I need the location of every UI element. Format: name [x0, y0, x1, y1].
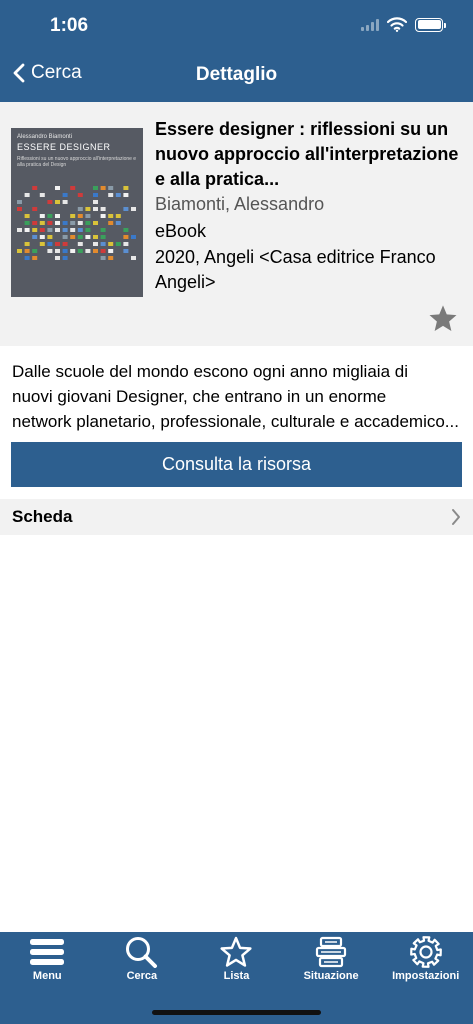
- book-publication: 2020, Angeli <Casa editrice Franco Angel…: [155, 247, 436, 292]
- scheda-row[interactable]: Scheda: [0, 499, 473, 535]
- back-button[interactable]: Cerca: [12, 62, 82, 84]
- menu-icon: [30, 939, 65, 965]
- cover-subtitle: Riflessioni su un nuovo approccio all'in…: [17, 156, 137, 168]
- summary-line: network planetario, professionale, cultu…: [12, 412, 459, 431]
- star-icon: [220, 936, 253, 967]
- cover-title: ESSERE DESIGNER: [17, 142, 111, 152]
- tab-label: Impostazioni: [392, 970, 460, 982]
- tab-label: Cerca: [126, 970, 158, 982]
- favorite-star-icon[interactable]: [428, 304, 458, 333]
- consult-resource-button[interactable]: Consulta la risorsa: [11, 442, 462, 487]
- back-button-label: Cerca: [31, 62, 82, 83]
- status-icons: [361, 17, 446, 32]
- home-indicator: [152, 1010, 321, 1015]
- gear-icon: [409, 936, 442, 968]
- summary-line: Dalle scuole del mondo escono ogni anno …: [12, 362, 408, 381]
- status-time: 1:06: [50, 15, 89, 36]
- books-stack-icon: [315, 936, 347, 968]
- top-bar: 1:06 Cerca Dettaglio: [0, 0, 473, 102]
- wifi-icon: [387, 17, 407, 32]
- book-author: Biamonti, Alessandro: [155, 194, 325, 214]
- tab-cerca[interactable]: Cerca: [95, 932, 190, 990]
- cover-art: [17, 186, 136, 260]
- book-format: eBook: [155, 221, 207, 241]
- book-title: Essere designer : riflessioni su un nuov…: [155, 119, 459, 189]
- book-summary: Dalle scuole del mondo escono ogni anno …: [12, 359, 462, 434]
- tab-label: Menu: [32, 970, 62, 982]
- chevron-left-icon: [13, 63, 25, 83]
- tab-situazione[interactable]: Situazione: [284, 932, 379, 990]
- tab-menu[interactable]: Menu: [0, 932, 95, 990]
- cellular-signal-icon: [361, 18, 379, 31]
- summary-line: nuovi giovani Designer, che entrano in u…: [12, 387, 387, 406]
- tab-label: Lista: [223, 970, 250, 982]
- battery-icon: [415, 17, 446, 32]
- search-icon: [125, 937, 157, 968]
- tab-lista[interactable]: Lista: [189, 932, 284, 990]
- book-cover: Alessandro Biamonti ESSERE DESIGNER Rifl…: [11, 128, 143, 297]
- chevron-right-icon: [452, 509, 460, 525]
- tab-label: Situazione: [303, 970, 359, 982]
- cover-author: Alessandro Biamonti: [17, 134, 73, 140]
- tab-impostazioni[interactable]: Impostazioni: [378, 932, 473, 990]
- scheda-label: Scheda: [12, 507, 73, 526]
